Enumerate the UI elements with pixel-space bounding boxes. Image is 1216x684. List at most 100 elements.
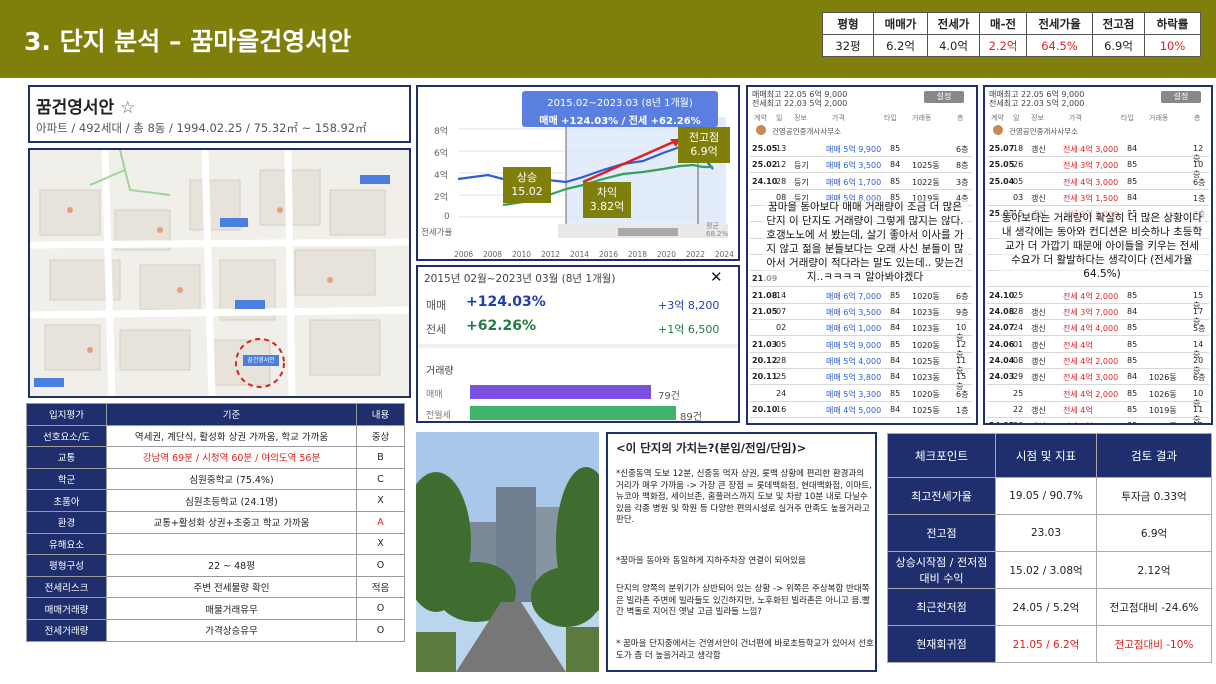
close-icon[interactable]: ✕: [710, 268, 723, 286]
photo-svg: [416, 432, 599, 672]
value-paragraph: * 꿈마을 단지중에서는 건영서안이 건너편에 바로초등학교가 있어서 선호도가…: [616, 639, 874, 661]
transaction-row[interactable]: 24.0220 갱신 전세 4억 2,000 85 1020동 18층: [987, 418, 1209, 423]
transaction-cell: 84: [1127, 192, 1138, 202]
row-label: 전세거래량: [26, 618, 107, 642]
sale-transaction-list: 매매최고 22.05 6억 9,000 전세최고 22.03 5억 2,000 …: [746, 85, 978, 425]
complex-info-box: 꿈건영서안 ☆ 아파트 / 492세대 / 총 8동 / 1994.02.25 …: [28, 85, 411, 143]
transaction-row[interactable]: 02 매매 6억 1,000 84 1023동 10층: [750, 320, 972, 342]
map-svg: [30, 150, 409, 396]
transaction-row[interactable]: 20.10 16 매매 4억 5,000 84 1025동 1층: [750, 402, 972, 418]
agent-name[interactable]: 건영공인중개사사무소: [1009, 126, 1078, 137]
transaction-row[interactable]: 24.07 24 갱신 전세 4억 4,000 85 5층: [987, 320, 1209, 337]
row-grade: O: [356, 597, 405, 620]
transaction-cell: 등기: [794, 177, 809, 187]
check-metric: 21.05 / 6.2억: [995, 625, 1097, 663]
row-grade: X: [356, 532, 405, 556]
col-header: 층: [957, 114, 964, 122]
callout-peak: 전고점 6.9억: [678, 127, 730, 163]
jeonse-percent: +62.26%: [466, 318, 537, 334]
transaction-cell: 12: [776, 160, 787, 170]
col-header: 가격: [1069, 114, 1082, 122]
transaction-row[interactable]: 24.04 08 갱신 전세 4억 2,000 85 20층: [987, 353, 1209, 375]
transaction-cell: 25: [1013, 388, 1024, 398]
settings-button[interactable]: 설정: [1161, 91, 1201, 103]
transaction-cell: 20.10: [752, 404, 778, 414]
transaction-cell: 07: [776, 307, 787, 316]
transaction-row[interactable]: 25 전세 4억 2,000 85 1026동 10층: [987, 386, 1209, 408]
transaction-cell: 21.05: [752, 307, 778, 316]
transaction-cell: 전세 4억 2,000: [1063, 356, 1119, 366]
transaction-row[interactable]: 24.10 25 전세 4억 2,000 85 15층: [987, 288, 1209, 310]
transaction-cell: 1025동: [912, 356, 940, 366]
transaction-row[interactable]: 25.07 18 갱신 전세 4억 3,000 84 12층: [987, 141, 1209, 163]
change-panel: 2015년 02월~2023년 03월 (8년 1개월) ✕ 매매 +124.0…: [416, 265, 740, 423]
map-pin-label[interactable]: 꿈건영서안: [243, 355, 279, 366]
row-label: 선호요소/도: [26, 424, 107, 448]
transaction-row[interactable]: 20.11 25 매매 5억 3,800 84 1023동 15층: [750, 369, 972, 391]
transaction-cell: 전세 4억 2,000: [1063, 421, 1118, 423]
transaction-cell: 29: [1013, 372, 1024, 382]
y-tick: 0: [444, 212, 450, 222]
transaction-row[interactable]: 21.08 14 매매 6억 7,000 85 1020동 6층: [750, 288, 972, 304]
transaction-row[interactable]: 24.06 01 갱신 전세 4억 85 14층: [987, 337, 1209, 359]
transaction-row[interactable]: 24.10 28 등기 매매 6억 1,700 85 1022동 3층: [750, 174, 972, 190]
complex-description: 아파트 / 492세대 / 총 8동 / 1994.02.25 / 75.32㎡…: [36, 121, 367, 135]
header-bar: 3. 단지 분석 – 꿈마을건영서안 평형 매매가 전세가 매-전 전세가율 전…: [0, 0, 1216, 78]
check-metric: 24.05 / 5.2억: [995, 588, 1097, 626]
transaction-row[interactable]: 24.08 28 갱신 전세 3억 7,000 84 17층: [987, 304, 1209, 326]
jeonse-amount: +1억 6,500: [658, 323, 720, 336]
transaction-row[interactable]: 25.05 13 매매 5억 9,900 85 6층: [750, 141, 972, 157]
col-header: 거래동: [912, 114, 932, 122]
transaction-cell: 6층: [956, 291, 969, 301]
transaction-cell: 25.05: [989, 160, 1015, 170]
street-photo: [416, 432, 599, 672]
jeonse-transaction-list: 매매최고 22.05 6억 9,000 전세최고 22.03 5억 2,000 …: [983, 85, 1213, 425]
col-header: 계약: [754, 114, 767, 122]
transaction-cell: 1020동: [912, 389, 940, 399]
column-headers: 계약 일 정보 가격 타입 거래동 층: [752, 113, 974, 125]
transaction-cell: 1025동: [912, 161, 940, 171]
settings-button[interactable]: 설정: [924, 91, 964, 103]
agent-name[interactable]: 건영공인중개사사무소: [772, 126, 841, 137]
transaction-cell: 갱신: [1031, 308, 1046, 317]
check-label: 최근전저점: [887, 588, 996, 626]
stat-value: 6.2억: [873, 34, 928, 57]
favorite-star-icon[interactable]: ☆: [120, 98, 135, 118]
transaction-row[interactable]: 21.03 05 매매 5억 9,000 85 1020동 12층: [750, 337, 972, 359]
col-header: 계약: [991, 114, 1004, 122]
transaction-cell: 9층: [956, 308, 969, 317]
transaction-row[interactable]: 20.12 28 매매 5억 4,000 84 1025동 11층: [750, 353, 972, 375]
transaction-cell: 매매 5억 4,000: [826, 356, 882, 366]
transaction-row[interactable]: 21.05 07 매매 6억 3,500 84 1023동 9층: [750, 304, 972, 320]
transaction-cell: 25.04: [989, 176, 1015, 186]
row-criterion: 주변 전세물량 확인: [106, 575, 357, 599]
transaction-cell: 전세 4억 2,000: [1063, 389, 1119, 399]
col-header: 거래동: [1149, 114, 1169, 122]
transaction-row[interactable]: 25.04 05 전세 4억 3,000 85 6층: [987, 174, 1209, 190]
header-cell: 기준: [106, 403, 357, 426]
transaction-cell: 22: [1013, 404, 1024, 414]
sale-note: 꿈마을 동아보다 매매 거래량이 조금 더 많은 단지 이 단지도 거래량이 그…: [762, 200, 968, 284]
agent-avatar: [993, 125, 1003, 135]
transaction-row[interactable]: 25.02 12 등기 매매 6억 3,500 84 1025동 8층: [750, 157, 972, 174]
volume-jeonse-label: 전월세: [426, 411, 451, 421]
check-label: 상승시작점 / 전저점대비 수익: [887, 551, 996, 589]
x-tick: 2024: [714, 250, 734, 259]
location-map[interactable]: 꿈건영서안: [28, 148, 411, 398]
transaction-row[interactable]: 24.03 29 갱신 전세 4억 3,000 84 1026동 6층: [987, 369, 1209, 386]
transaction-cell: 01: [1013, 339, 1024, 349]
transaction-row[interactable]: 03 갱신 전세 3억 1,500 84 1층: [987, 190, 1209, 206]
transaction-cell: 매매 6억 3,500: [826, 161, 882, 171]
stat-header: 전세가: [927, 12, 980, 35]
transaction-row[interactable]: 24 매매 5억 3,300 85 1020동 6층: [750, 386, 972, 402]
transaction-cell: 84: [890, 307, 901, 316]
transaction-cell: 20: [1013, 421, 1023, 423]
col-header: 정보: [794, 114, 807, 122]
transaction-row[interactable]: 25.05 26 전세 3억 7,000 85 10층: [987, 157, 1209, 179]
value-paragraph: 단지의 양쪽의 분위기가 상반되어 있는 상황 -> 위쪽은 주상복합 반대쪽은…: [616, 584, 870, 617]
transaction-cell: 24: [776, 388, 787, 398]
row-grade: C: [356, 467, 405, 491]
header-cell: 검토 결과: [1096, 433, 1212, 478]
check-metric: 23.03: [995, 514, 1097, 552]
transaction-row[interactable]: 22 갱신 전세 4억 85 1019동 11층: [987, 402, 1209, 423]
